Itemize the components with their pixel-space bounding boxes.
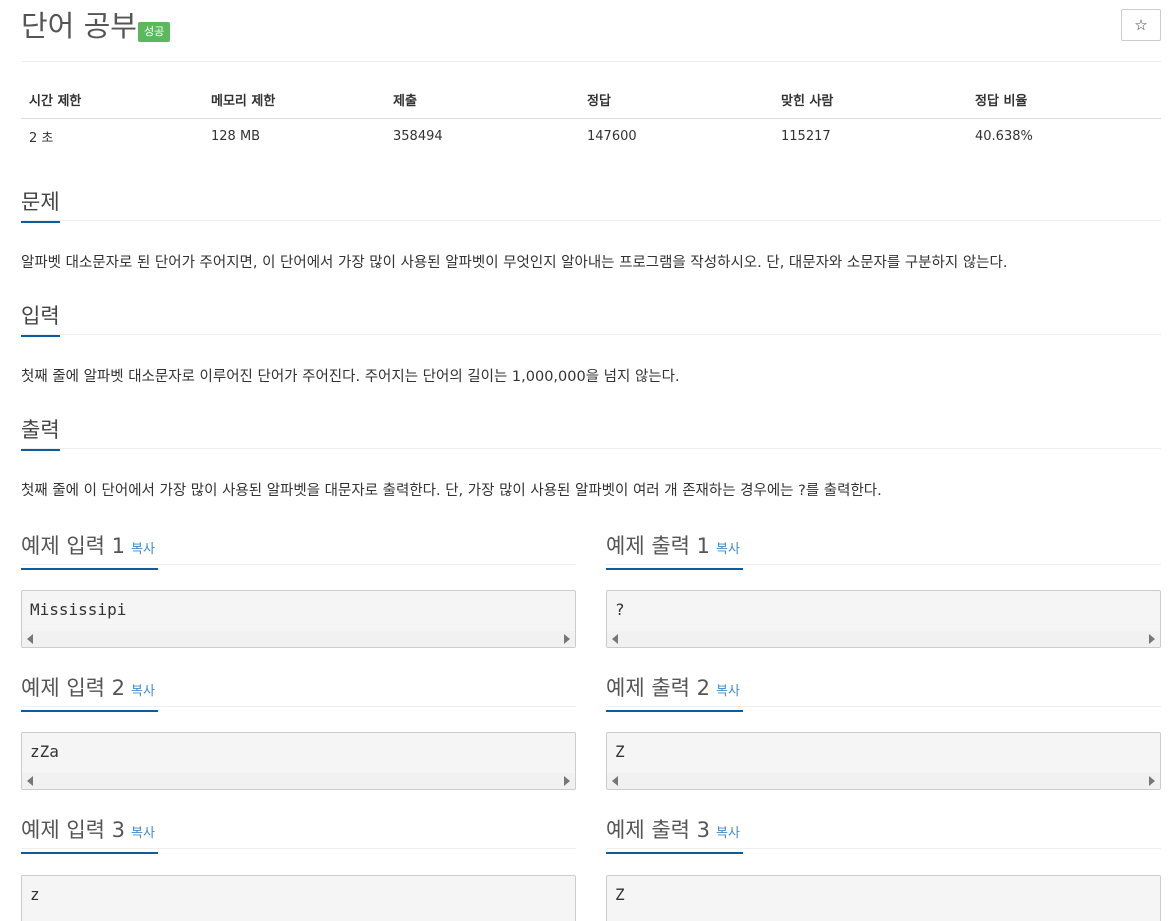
section-input-text: 첫째 줄에 알파벳 대소문자로 이루어진 단어가 주어진다. 주어지는 단어의 …	[21, 369, 680, 385]
memory-limit-value: 128 MB	[211, 128, 261, 144]
example-output-3-code: Z	[615, 885, 625, 904]
ratio-value: 40.638%	[975, 128, 1033, 144]
example-input-1-box[interactable]: Mississipi	[21, 590, 576, 648]
example-output-2-box[interactable]: Z	[606, 732, 1161, 790]
copy-button[interactable]: 복사	[716, 826, 740, 841]
example-input-2-header: 예제 입력 2 복사	[21, 671, 576, 712]
example-output-2-title: 예제 출력 2 복사	[606, 671, 743, 712]
accepted-value: 147600	[587, 128, 637, 144]
status-badge: 성공	[138, 22, 171, 42]
example-input-1-title: 예제 입력 1 복사	[21, 529, 158, 570]
header-submissions: 제출	[385, 82, 579, 119]
copy-button[interactable]: 복사	[131, 826, 155, 841]
example-input-2-box[interactable]: zZa	[21, 732, 576, 790]
example-input-3-box[interactable]: z	[21, 875, 576, 921]
example-output-3-header: 예제 출력 3 복사	[606, 813, 1161, 854]
header-solvers: 맞힌 사람	[773, 82, 967, 119]
example-output-2-code: Z	[615, 742, 625, 761]
example-output-1-header: 예제 출력 1 복사	[606, 529, 1161, 570]
header-time-limit: 시간 제한	[21, 82, 203, 119]
example-input-1-code: Mississipi	[30, 600, 127, 619]
scroll-left-icon[interactable]	[27, 776, 33, 786]
example-input-2-title: 예제 입력 2 복사	[21, 671, 158, 712]
section-input-header: 입력	[21, 299, 1161, 337]
copy-button[interactable]: 복사	[131, 684, 155, 699]
header-memory-limit: 메모리 제한	[203, 82, 385, 119]
star-icon: ☆	[1134, 16, 1148, 34]
example-input-2-code: zZa	[30, 742, 59, 761]
example-output-1-code: ?	[615, 600, 625, 619]
scroll-left-icon[interactable]	[27, 634, 33, 644]
example-output-1-box[interactable]: ?	[606, 590, 1161, 648]
scroll-right-icon[interactable]	[1149, 776, 1155, 786]
copy-button[interactable]: 복사	[716, 684, 740, 699]
scroll-right-icon[interactable]	[564, 776, 570, 786]
problem-info-table: 시간 제한 메모리 제한 제출 정답 맞힌 사람 정답 비율 2 초 128 M…	[21, 82, 1161, 154]
horizontal-scrollbar[interactable]	[22, 773, 575, 789]
example-input-3-header: 예제 입력 3 복사	[21, 813, 576, 854]
horizontal-scrollbar[interactable]	[607, 631, 1160, 647]
time-limit-value: 2 초	[29, 130, 54, 146]
table-row: 2 초 128 MB 358494 147600 115217 40.638%	[21, 118, 1161, 154]
submissions-value: 358494	[393, 128, 443, 144]
example-input-3-code: z	[30, 885, 40, 904]
example-input-3-title: 예제 입력 3 복사	[21, 813, 158, 854]
star-button[interactable]: ☆	[1121, 9, 1161, 41]
solvers-value: 115217	[781, 128, 831, 144]
section-input-title: 입력	[21, 299, 60, 337]
example-output-3-box[interactable]: Z	[606, 875, 1161, 921]
section-description-header: 문제	[21, 185, 1161, 223]
copy-button[interactable]: 복사	[716, 542, 740, 557]
scroll-right-icon[interactable]	[1149, 634, 1155, 644]
section-description-title: 문제	[21, 185, 60, 223]
horizontal-scrollbar[interactable]	[22, 631, 575, 647]
copy-button[interactable]: 복사	[131, 542, 155, 557]
scroll-left-icon[interactable]	[612, 776, 618, 786]
horizontal-scrollbar[interactable]	[607, 773, 1160, 789]
section-output-header: 출력	[21, 413, 1161, 451]
scroll-left-icon[interactable]	[612, 634, 618, 644]
example-output-3-title: 예제 출력 3 복사	[606, 813, 743, 854]
example-output-1-title: 예제 출력 1 복사	[606, 529, 743, 570]
problem-title: 단어 공부	[21, 9, 137, 43]
header-accepted: 정답	[579, 82, 773, 119]
example-output-2-header: 예제 출력 2 복사	[606, 671, 1161, 712]
section-output-text: 첫째 줄에 이 단어에서 가장 많이 사용된 알파벳을 대문자로 출력한다. 단…	[21, 483, 882, 499]
scroll-right-icon[interactable]	[564, 634, 570, 644]
section-output-title: 출력	[21, 413, 60, 451]
table-header-row: 시간 제한 메모리 제한 제출 정답 맞힌 사람 정답 비율	[21, 82, 1161, 119]
section-description-text: 알파벳 대소문자로 된 단어가 주어지면, 이 단어에서 가장 많이 사용된 알…	[21, 255, 1008, 271]
header-ratio: 정답 비율	[967, 82, 1161, 119]
problem-header: 단어 공부 성공 ☆	[21, 6, 1161, 62]
example-input-1-header: 예제 입력 1 복사	[21, 529, 576, 570]
